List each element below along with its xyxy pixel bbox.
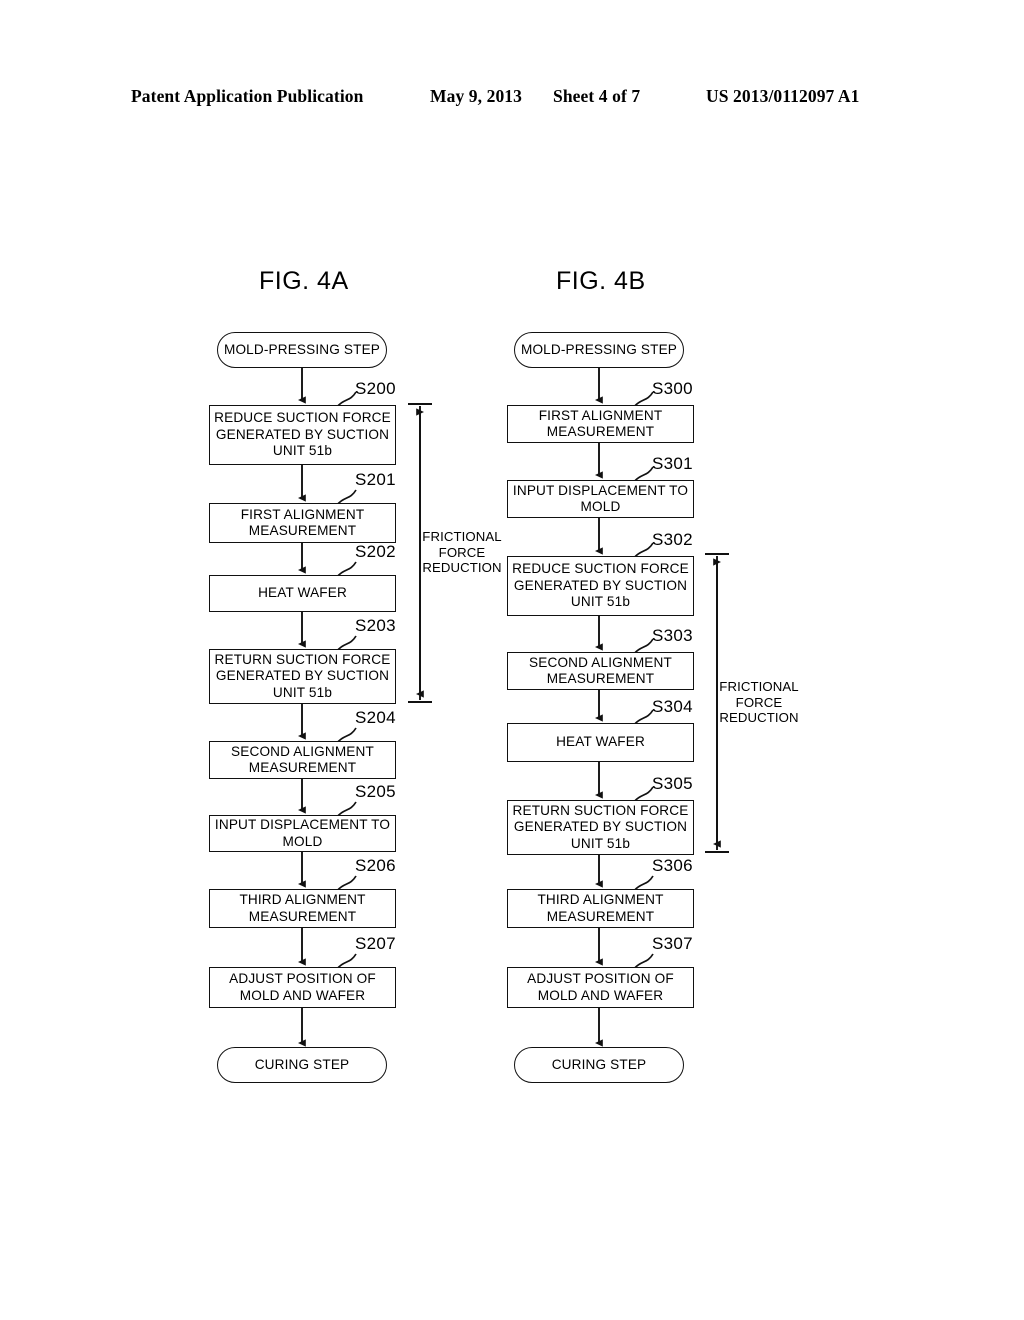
fig4a-step-s203[interactable]: RETURN SUCTION FORCE GENERATED BY SUCTIO… bbox=[209, 649, 396, 704]
figure-4b-caption: FIG. 4B bbox=[556, 267, 646, 295]
fig4b-terminal-end[interactable]: CURING STEP bbox=[514, 1047, 684, 1083]
fig4a-ref-s205: S205 bbox=[355, 782, 396, 801]
page-header: Patent Application Publication May 9, 20… bbox=[0, 86, 1024, 112]
publication-date: May 9, 2013 bbox=[430, 86, 522, 106]
fig4a-bracket-label: FRICTIONAL FORCE REDUCTION bbox=[422, 529, 502, 575]
fig4b-terminal-start[interactable]: MOLD-PRESSING STEP bbox=[514, 332, 684, 368]
fig4b-step-s305[interactable]: RETURN SUCTION FORCE GENERATED BY SUCTIO… bbox=[507, 800, 694, 855]
fig4b-ref-s307: S307 bbox=[652, 934, 693, 953]
fig4a-step-s207[interactable]: ADJUST POSITION OF MOLD AND WAFER bbox=[209, 967, 396, 1008]
fig4b-ref-s304: S304 bbox=[652, 697, 693, 716]
fig4a-step-s200[interactable]: REDUCE SUCTION FORCE GENERATED BY SUCTIO… bbox=[209, 405, 396, 465]
fig4a-step-s201[interactable]: FIRST ALIGNMENT MEASUREMENT bbox=[209, 503, 396, 543]
document-number: US 2013/0112097 A1 bbox=[706, 86, 860, 106]
fig4a-terminal-start[interactable]: MOLD-PRESSING STEP bbox=[217, 332, 387, 368]
fig4a-step-s206[interactable]: THIRD ALIGNMENT MEASUREMENT bbox=[209, 889, 396, 928]
fig4a-step-s204[interactable]: SECOND ALIGNMENT MEASUREMENT bbox=[209, 741, 396, 779]
fig4b-ref-s301: S301 bbox=[652, 454, 693, 473]
fig4b-step-s300[interactable]: FIRST ALIGNMENT MEASUREMENT bbox=[507, 405, 694, 443]
fig4a-ref-s203: S203 bbox=[355, 616, 396, 635]
fig4b-ref-s306: S306 bbox=[652, 856, 693, 875]
fig4b-step-s302[interactable]: REDUCE SUCTION FORCE GENERATED BY SUCTIO… bbox=[507, 556, 694, 616]
fig4b-ref-s303: S303 bbox=[652, 626, 693, 645]
fig4b-step-s307[interactable]: ADJUST POSITION OF MOLD AND WAFER bbox=[507, 967, 694, 1008]
fig4b-step-s306[interactable]: THIRD ALIGNMENT MEASUREMENT bbox=[507, 889, 694, 928]
publication-label: Patent Application Publication bbox=[131, 86, 364, 106]
fig4b-ref-s300: S300 bbox=[652, 379, 693, 398]
fig4a-ref-s204: S204 bbox=[355, 708, 396, 727]
figure-4a-caption: FIG. 4A bbox=[259, 267, 349, 295]
fig4a-ref-s206: S206 bbox=[355, 856, 396, 875]
fig4b-step-s304[interactable]: HEAT WAFER bbox=[507, 723, 694, 762]
fig4b-step-s301[interactable]: INPUT DISPLACEMENT TO MOLD bbox=[507, 480, 694, 518]
fig4a-step-s205[interactable]: INPUT DISPLACEMENT TO MOLD bbox=[209, 815, 396, 852]
fig4a-step-s202[interactable]: HEAT WAFER bbox=[209, 575, 396, 612]
fig4a-ref-s207: S207 bbox=[355, 934, 396, 953]
fig4a-ref-s201: S201 bbox=[355, 470, 396, 489]
fig4b-ref-s302: S302 bbox=[652, 530, 693, 549]
fig4a-terminal-end[interactable]: CURING STEP bbox=[217, 1047, 387, 1083]
fig4b-ref-s305: S305 bbox=[652, 774, 693, 793]
fig4b-step-s303[interactable]: SECOND ALIGNMENT MEASUREMENT bbox=[507, 652, 694, 690]
fig4a-ref-s202: S202 bbox=[355, 542, 396, 561]
fig4a-ref-s200: S200 bbox=[355, 379, 396, 398]
fig4b-bracket-label: FRICTIONAL FORCE REDUCTION bbox=[719, 679, 799, 725]
sheet-number: Sheet 4 of 7 bbox=[553, 86, 641, 106]
